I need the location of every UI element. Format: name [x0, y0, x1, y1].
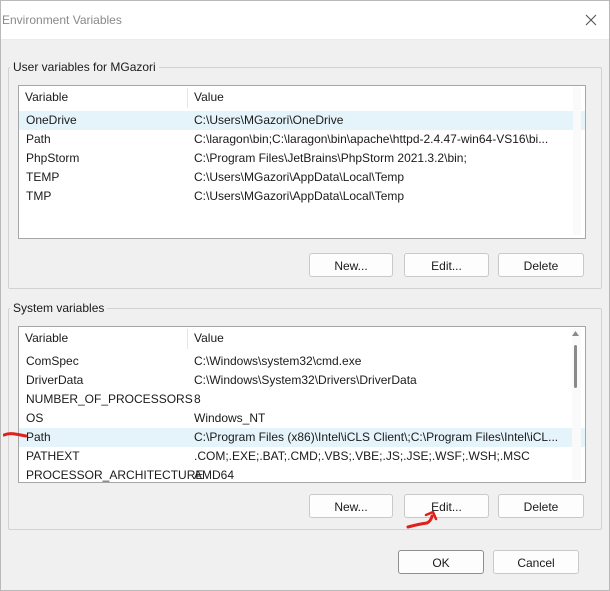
- variable-value: AMD64: [194, 468, 235, 482]
- variable-name: PROCESSOR_ARCHITECTURE: [26, 468, 204, 482]
- column-header-value[interactable]: Value: [188, 86, 224, 108]
- table-row[interactable]: Path C:\Program Files (x86)\Intel\iCLS Cl…: [19, 428, 585, 447]
- user-variables-label: User variables for MGazori: [13, 60, 156, 74]
- column-header-variable[interactable]: Variable: [19, 327, 68, 349]
- table-row[interactable]: OS Windows_NT: [19, 409, 585, 428]
- close-icon: [585, 14, 597, 26]
- red-arrow-edit-annotation: [406, 510, 438, 529]
- variable-name: TEMP: [26, 170, 60, 184]
- cancel-button[interactable]: Cancel: [493, 550, 579, 574]
- variable-name: PhpStorm: [26, 151, 80, 165]
- variable-value: C:\Users\MGazori\AppData\Local\Temp: [194, 189, 405, 203]
- table-row[interactable]: OneDrive C:\Users\MGazori\OneDrive: [19, 111, 585, 130]
- column-header-variable[interactable]: Variable: [19, 86, 68, 108]
- variable-value: C:\Windows\System32\Drivers\DriverData: [194, 373, 417, 387]
- variable-value: .COM;.EXE;.BAT;.CMD;.VBS;.VBE;.JS;.JSE;.…: [194, 449, 530, 463]
- table-row[interactable]: PROCESSOR_ARCHITECTURE AMD64: [19, 466, 585, 482]
- user-new-button[interactable]: New...: [309, 253, 393, 277]
- scroll-up-icon[interactable]: [572, 330, 579, 336]
- variable-name: NUMBER_OF_PROCESSORS: [26, 392, 193, 406]
- system-variables-label: System variables: [13, 301, 105, 315]
- variable-name: OS: [26, 411, 44, 425]
- annotation-stroke: [3, 432, 28, 438]
- title-bar[interactable]: Environment Variables: [1, 1, 609, 40]
- system-new-button[interactable]: New...: [309, 494, 393, 518]
- table-row[interactable]: TEMP C:\Users\MGazori\AppData\Local\Temp: [19, 168, 585, 187]
- variable-value: C:\Users\MGazori\OneDrive: [194, 113, 344, 127]
- table-row[interactable]: PATHEXT .COM;.EXE;.BAT;.CMD;.VBS;.VBE;.JS…: [19, 447, 585, 466]
- variable-value: Windows_NT: [194, 411, 266, 425]
- variable-name: TMP: [26, 189, 52, 203]
- variable-value: C:\Windows\system32\cmd.exe: [194, 354, 362, 368]
- variable-name: PATHEXT: [26, 449, 80, 463]
- user-variables-list[interactable]: Variable Value OneDrive C:\Users\MGazori\…: [18, 85, 586, 239]
- variable-name: Path: [26, 430, 51, 444]
- environment-variables-dialog: Environment Variables User variables for…: [0, 0, 610, 591]
- variable-name: OneDrive: [26, 113, 77, 127]
- user-rows: OneDrive C:\Users\MGazori\OneDrive Path C:\…: [19, 111, 585, 206]
- system-list-header: Variable Value: [19, 327, 585, 352]
- variable-value: C:\Program Files\JetBrains\PhpStorm 2021…: [194, 151, 467, 165]
- column-header-value[interactable]: Value: [188, 327, 224, 349]
- close-button[interactable]: [577, 7, 605, 33]
- table-row[interactable]: PhpStorm C:\Program Files\JetBrains\PhpSt…: [19, 149, 585, 168]
- variable-value: C:\Program Files (x86)\Intel\iCLS Client…: [194, 430, 559, 444]
- system-variables-list[interactable]: Variable Value ComSpec C:\Windows\system3…: [18, 326, 586, 483]
- red-arrow-path-annotation: [3, 432, 28, 438]
- scroll-thumb[interactable]: [574, 345, 577, 388]
- system-rows: ComSpec C:\Windows\system32\cmd.exe Driver…: [19, 352, 585, 482]
- table-row[interactable]: TMP C:\Users\MGazori\AppData\Local\Temp: [19, 187, 585, 206]
- table-row[interactable]: Path C:\laragon\bin;C:\laragon\bin\apache…: [19, 130, 585, 149]
- variable-name: DriverData: [26, 373, 84, 387]
- variable-name: Path: [26, 132, 51, 146]
- table-row[interactable]: DriverData C:\Windows\System32\Drivers\Dr…: [19, 371, 585, 390]
- variable-name: ComSpec: [26, 354, 79, 368]
- ok-button[interactable]: OK: [398, 550, 484, 574]
- user-edit-button[interactable]: Edit...: [404, 253, 489, 277]
- system-list-scrollbar[interactable]: [572, 328, 581, 480]
- window-title: Environment Variables: [2, 13, 122, 27]
- variable-value: C:\laragon\bin;C:\laragon\bin\apache\htt…: [194, 132, 549, 146]
- table-row[interactable]: ComSpec C:\Windows\system32\cmd.exe: [19, 352, 585, 371]
- annotation-stroke: [406, 514, 434, 529]
- system-delete-button[interactable]: Delete: [498, 494, 584, 518]
- user-list-header: Variable Value: [19, 86, 585, 111]
- user-list-scrollbar[interactable]: [573, 87, 581, 235]
- variable-value: C:\Users\MGazori\AppData\Local\Temp: [194, 170, 405, 184]
- variable-value: 8: [194, 392, 201, 406]
- table-row[interactable]: NUMBER_OF_PROCESSORS 8: [19, 390, 585, 409]
- user-delete-button[interactable]: Delete: [498, 253, 584, 277]
